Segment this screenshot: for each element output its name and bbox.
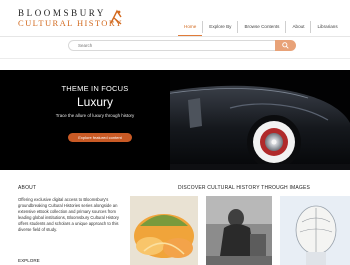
image-thumb-woman[interactable]: [206, 196, 272, 265]
hero-subtitle: Trace the allure of luxury through histo…: [55, 113, 135, 118]
search-input[interactable]: [68, 40, 276, 51]
hero-banner: THEME IN FOCUS Luxury Trace the allure o…: [0, 70, 350, 170]
search-bar: [68, 40, 296, 51]
photograph-image: [206, 196, 272, 265]
image-thumb-melons[interactable]: [130, 196, 198, 265]
explore-heading: EXPLORE: [18, 258, 40, 263]
search-divider: [0, 58, 350, 59]
image-thumb-phrenology[interactable]: [280, 196, 350, 265]
nav-librarians[interactable]: Librarians: [311, 21, 343, 33]
about-heading: ABOUT: [18, 185, 37, 191]
nav-browse-contents[interactable]: Browse Contents: [238, 21, 287, 33]
nav-explore-by[interactable]: Explore By: [203, 21, 239, 33]
hero-eyebrow: THEME IN FOCUS: [61, 84, 129, 93]
search-button[interactable]: [275, 40, 296, 51]
site-header: BLOOMSBURY CULTURAL HISTORY Home Explore…: [0, 0, 350, 38]
explore-featured-button[interactable]: Explore featured content: [68, 133, 132, 142]
hero-text-block: THEME IN FOCUS Luxury Trace the allure o…: [30, 84, 160, 118]
search-icon: [282, 42, 289, 49]
brand-logo-icon[interactable]: [108, 8, 124, 26]
header-divider: [0, 36, 350, 37]
nav-home[interactable]: Home: [178, 21, 204, 36]
discover-heading: DISCOVER CULTURAL HISTORY THROUGH IMAGES: [178, 185, 311, 191]
vintage-car-image: [170, 70, 350, 170]
main-nav: Home Explore By Browse Contents About Li…: [178, 20, 344, 36]
hero-title: Luxury: [76, 95, 114, 109]
phrenology-head-image: [280, 196, 350, 265]
about-text: Offering exclusive digital access to Blo…: [18, 197, 120, 233]
brand-name[interactable]: BLOOMSBURY: [18, 8, 106, 18]
melon-image: [130, 196, 198, 265]
nav-about[interactable]: About: [286, 21, 312, 33]
